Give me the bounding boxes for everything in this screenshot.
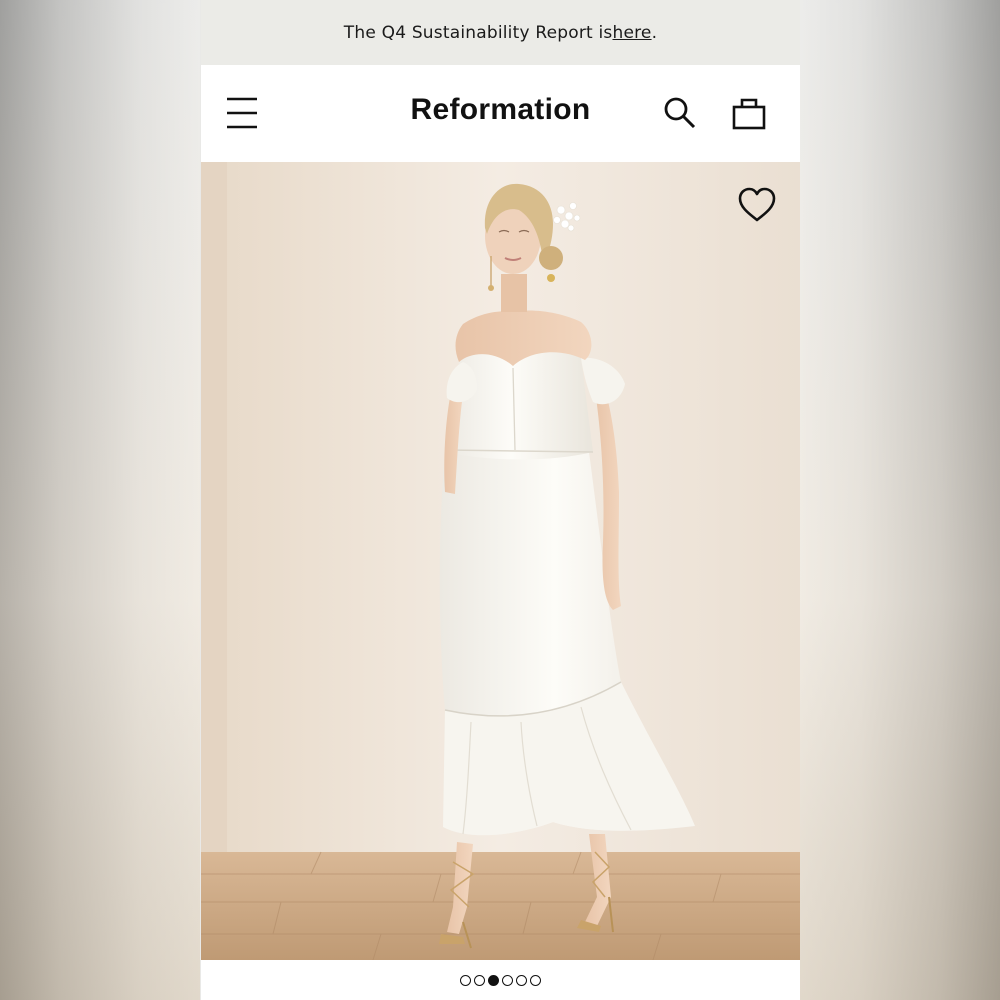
favorite-button[interactable] (737, 186, 777, 224)
announcement-suffix: . (651, 22, 658, 43)
product-photo (201, 162, 800, 960)
carousel-dot[interactable] (502, 974, 513, 986)
carousel-dot[interactable] (516, 974, 527, 986)
search-icon (664, 97, 696, 129)
bag-button[interactable] (731, 95, 767, 131)
announcement-bar: The Q4 Sustainability Report is here. (201, 0, 800, 65)
search-button[interactable] (663, 95, 697, 131)
bag-icon (732, 98, 766, 130)
mobile-page: The Q4 Sustainability Report is here. Re… (201, 0, 800, 1000)
carousel-indicators (201, 960, 800, 1000)
announcement-link[interactable]: here (612, 23, 651, 43)
product-image[interactable] (201, 162, 800, 960)
carousel-dot[interactable] (474, 974, 485, 986)
left-backdrop (0, 0, 200, 1000)
carousel-dot[interactable] (530, 974, 541, 986)
right-backdrop (800, 0, 1000, 1000)
carousel-dot[interactable] (488, 974, 499, 986)
heart-icon (738, 187, 776, 222)
brand-logo[interactable]: Reformation (201, 93, 800, 127)
site-header: Reformation (201, 65, 800, 162)
announcement-text: The Q4 Sustainability Report is (343, 22, 613, 43)
carousel-dot[interactable] (460, 974, 471, 986)
